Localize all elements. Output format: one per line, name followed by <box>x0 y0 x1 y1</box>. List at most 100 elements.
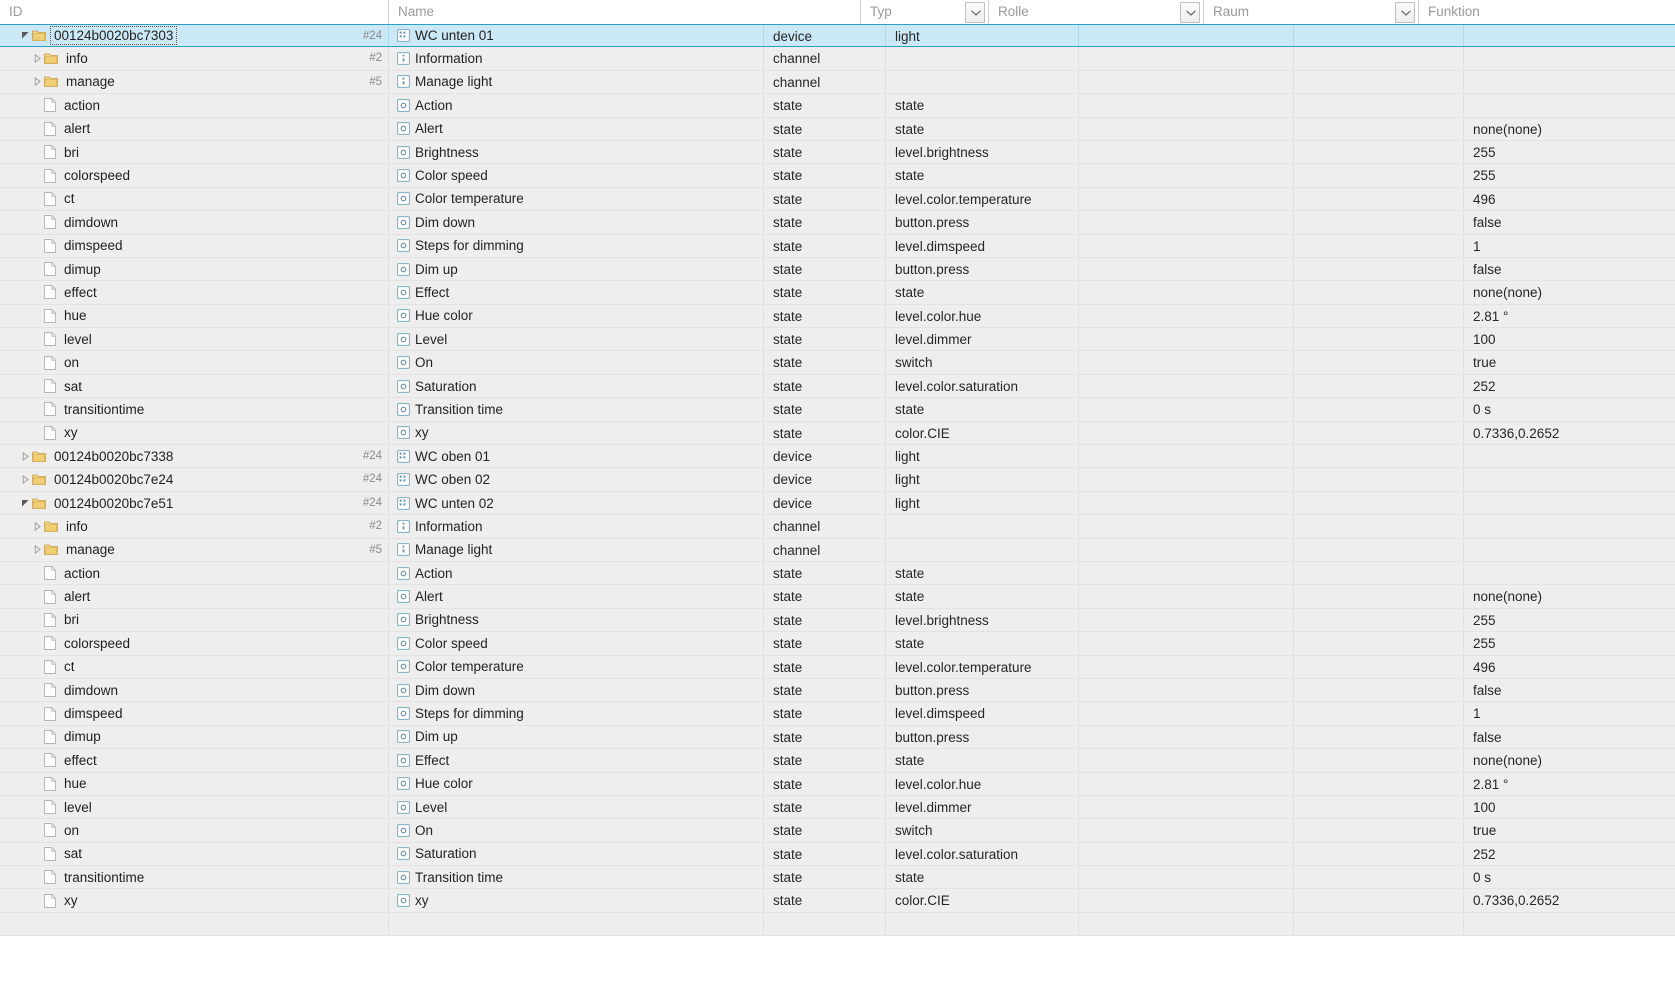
cell-name[interactable]: Dim up <box>388 257 763 281</box>
cell-name[interactable]: Dim up <box>388 725 763 749</box>
table-row[interactable]: ct Color temperature state level.color.temp… <box>0 655 1675 679</box>
cell-id[interactable]: info #2 <box>0 47 388 69</box>
cell-id[interactable]: dimspeed <box>0 702 388 724</box>
table-row[interactable]: transitiontime Transition time state state 0… <box>0 398 1675 422</box>
cell-id[interactable]: info #2 <box>0 515 388 537</box>
cell-id[interactable]: xy <box>0 422 388 444</box>
table-row[interactable]: colorspeed Color speed state state 255 <box>0 164 1675 188</box>
cell-id[interactable] <box>0 913 388 935</box>
table-row[interactable]: action Action state state <box>0 561 1675 586</box>
cell-name[interactable]: Action <box>388 561 763 585</box>
cell-id[interactable]: alert <box>0 118 388 140</box>
cell-id[interactable]: bri <box>0 141 388 163</box>
table-row[interactable]: sat Saturation state level.color.saturation… <box>0 842 1675 867</box>
cell-id[interactable]: on <box>0 819 388 841</box>
table-row[interactable]: colorspeed Color speed state state 255 <box>0 632 1675 656</box>
table-row[interactable]: level Level state level.dimmer 100 <box>0 328 1675 352</box>
table-row[interactable]: hue Hue color state level.color.hue 2.81 ° <box>0 772 1675 796</box>
table-row[interactable]: xy xy state color.CIE 0.7336,0.2652 <box>0 889 1675 913</box>
table-row[interactable]: xy xy state color.CIE 0.7336,0.2652 <box>0 421 1675 446</box>
expand-toggle-expanded-icon[interactable] <box>18 25 32 46</box>
cell-id[interactable]: dimup <box>0 726 388 748</box>
expand-toggle-collapsed-icon[interactable] <box>30 539 44 561</box>
cell-id[interactable]: hue <box>0 773 388 795</box>
filter-dropdown-rolle[interactable] <box>1180 2 1200 23</box>
filter-dropdown-typ[interactable] <box>965 2 985 23</box>
cell-name[interactable]: WC oben 01 <box>388 445 763 468</box>
cell-id[interactable]: level <box>0 328 388 350</box>
cell-id[interactable]: dimdown <box>0 211 388 233</box>
cell-name[interactable] <box>388 912 763 936</box>
cell-name[interactable]: WC oben 02 <box>388 468 763 491</box>
cell-name[interactable]: Level <box>388 795 763 819</box>
table-row[interactable]: 00124b0020bc7e51 #24 WC unten 02 device ligh… <box>0 491 1675 516</box>
table-row[interactable]: 00124b0020bc7e24 #24 WC oben 02 device light <box>0 468 1675 492</box>
column-header-id[interactable]: ID <box>0 0 388 24</box>
table-row[interactable]: bri Brightness state level.brightness 255 <box>0 608 1675 633</box>
table-row[interactable] <box>0 912 1675 937</box>
cell-name[interactable]: WC unten 01 <box>388 25 763 47</box>
cell-name[interactable]: Steps for dimming <box>388 702 763 725</box>
cell-id[interactable]: bri <box>0 609 388 631</box>
cell-id[interactable]: colorspeed <box>0 632 388 654</box>
cell-name[interactable]: xy <box>388 889 763 912</box>
cell-name[interactable]: Alert <box>388 117 763 140</box>
table-row[interactable]: dimup Dim up state button.press false <box>0 257 1675 282</box>
cell-id[interactable]: manage #5 <box>0 539 388 561</box>
cell-id[interactable]: effect <box>0 749 388 771</box>
cell-name[interactable]: Saturation <box>388 374 763 398</box>
column-header-name[interactable]: Name <box>388 0 860 24</box>
table-row[interactable]: effect Effect state state none(none) <box>0 281 1675 305</box>
cell-id[interactable]: 00124b0020bc7e51 #24 <box>0 492 388 514</box>
cell-id[interactable]: dimup <box>0 258 388 280</box>
table-row[interactable]: alert Alert state state none(none) <box>0 117 1675 141</box>
cell-id[interactable]: ct <box>0 656 388 678</box>
cell-name[interactable]: Action <box>388 94 763 117</box>
table-row[interactable]: sat Saturation state level.color.saturation… <box>0 374 1675 399</box>
table-row[interactable]: on On state switch true <box>0 351 1675 375</box>
table-row[interactable]: dimspeed Steps for dimming state level.dims… <box>0 702 1675 726</box>
table-row[interactable]: 00124b0020bc7303 #24 WC unten 01 device ligh… <box>0 24 1675 48</box>
cell-name[interactable]: WC unten 02 <box>388 491 763 515</box>
cell-id[interactable]: manage #5 <box>0 71 388 93</box>
table-row[interactable]: dimdown Dim down state button.press false <box>0 211 1675 235</box>
cell-name[interactable]: Transition time <box>388 866 763 889</box>
expand-toggle-collapsed-icon[interactable] <box>18 445 32 467</box>
cell-id[interactable]: alert <box>0 585 388 607</box>
cell-name[interactable]: xy <box>388 421 763 445</box>
table-row[interactable]: dimup Dim up state button.press false <box>0 725 1675 750</box>
expand-toggle-collapsed-icon[interactable] <box>18 468 32 490</box>
cell-name[interactable]: Dim down <box>388 211 763 234</box>
table-row[interactable]: action Action state state <box>0 94 1675 118</box>
cell-name[interactable]: Steps for dimming <box>388 234 763 257</box>
table-row[interactable]: level Level state level.dimmer 100 <box>0 795 1675 820</box>
column-header-rolle[interactable]: Rolle <box>988 0 1180 24</box>
table-row[interactable]: manage #5 Manage light channel <box>0 70 1675 95</box>
cell-id[interactable]: xy <box>0 889 388 911</box>
cell-name[interactable]: Effect <box>388 749 763 772</box>
table-row[interactable]: bri Brightness state level.brightness 255 <box>0 140 1675 165</box>
column-header-funktion[interactable]: Funktion <box>1418 0 1675 24</box>
cell-id[interactable]: dimspeed <box>0 235 388 257</box>
cell-id[interactable]: 00124b0020bc7303 #24 <box>0 25 388 46</box>
cell-name[interactable]: Brightness <box>388 140 763 164</box>
cell-name[interactable]: Information <box>388 515 763 538</box>
cell-name[interactable]: Transition time <box>388 398 763 421</box>
cell-name[interactable]: Brightness <box>388 608 763 632</box>
cell-name[interactable]: Saturation <box>388 842 763 866</box>
table-row[interactable]: 00124b0020bc7338 #24 WC oben 01 device light <box>0 445 1675 469</box>
table-row[interactable]: dimdown Dim down state button.press false <box>0 678 1675 703</box>
cell-id[interactable]: ct <box>0 188 388 210</box>
cell-id[interactable]: action <box>0 562 388 584</box>
cell-id[interactable]: transitiontime <box>0 398 388 420</box>
cell-name[interactable]: On <box>388 819 763 842</box>
cell-name[interactable]: Level <box>388 328 763 351</box>
cell-id[interactable]: hue <box>0 305 388 327</box>
cell-name[interactable]: Color speed <box>388 164 763 187</box>
cell-id[interactable]: action <box>0 94 388 116</box>
table-row[interactable]: alert Alert state state none(none) <box>0 585 1675 609</box>
table-row[interactable]: hue Hue color state level.color.hue 2.81 ° <box>0 304 1675 329</box>
cell-id[interactable]: level <box>0 796 388 818</box>
table-row[interactable]: manage #5 Manage light channel <box>0 538 1675 562</box>
expand-toggle-expanded-icon[interactable] <box>18 492 32 514</box>
